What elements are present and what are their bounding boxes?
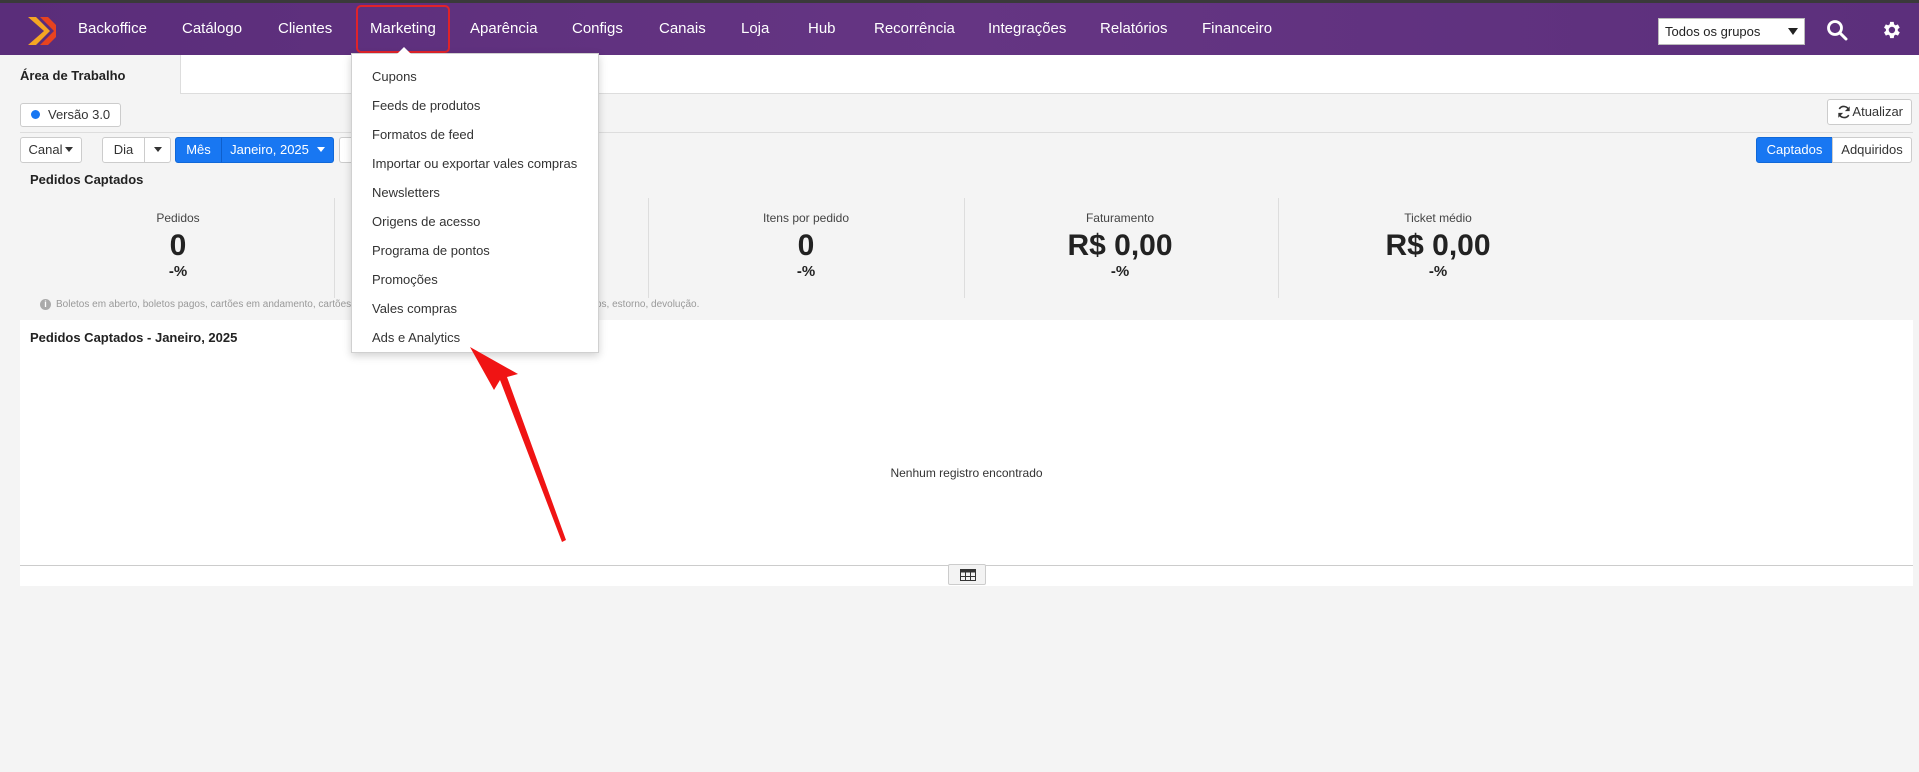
metric-divider <box>1278 198 1279 298</box>
info-note-right: os, estorno, devolução. <box>596 299 699 310</box>
info-note-text-right: os, estorno, devolução. <box>596 299 700 310</box>
nav-loja[interactable]: Loja <box>741 3 769 55</box>
logo-icon[interactable] <box>26 15 56 47</box>
panel-title: Pedidos Captados - Janeiro, 2025 <box>30 330 238 345</box>
menu-item-programa-de-pontos[interactable]: Programa de pontos <box>352 236 598 265</box>
metric-value: R$ 0,00 <box>1385 229 1491 262</box>
nav-catalogo[interactable]: Catálogo <box>182 3 242 55</box>
tab-bar: Área de Trabalho <box>0 55 1919 94</box>
nav-marketing[interactable]: Marketing <box>356 5 450 53</box>
period-dropdown[interactable]: Janeiro, 2025 <box>221 137 334 163</box>
metric-value: R$ 0,00 <box>1067 229 1173 262</box>
nav-configs[interactable]: Configs <box>572 3 623 55</box>
tab-area-de-trabalho[interactable]: Área de Trabalho <box>0 55 181 94</box>
menu-item-feeds-de-produtos[interactable]: Feeds de produtos <box>352 91 598 120</box>
nav-clientes[interactable]: Clientes <box>278 3 332 55</box>
metric-pct: -% <box>796 263 816 280</box>
version-label: Versão 3.0 <box>48 107 111 122</box>
chevron-down-icon <box>153 147 162 152</box>
refresh-button[interactable]: Atualizar <box>1827 99 1912 125</box>
metric-ticket-medio: Ticket médio R$ 0,00 -% <box>1288 198 1588 298</box>
metric-divider <box>334 198 335 298</box>
adquiridos-toggle[interactable]: Adquiridos <box>1832 137 1912 163</box>
version-badge[interactable]: Versão 3.0 <box>20 103 122 127</box>
chevron-down-icon <box>65 147 74 152</box>
captados-toggle[interactable]: Captados <box>1756 137 1833 163</box>
menu-item-origens-de-acesso[interactable]: Origens de acesso <box>352 207 598 236</box>
refresh-icon <box>1838 105 1850 119</box>
menu-item-newsletters[interactable]: Newsletters <box>352 178 598 207</box>
menu-item-cupons[interactable]: Cupons <box>352 62 598 91</box>
info-icon: i <box>40 299 51 310</box>
nav-aparencia[interactable]: Aparência <box>470 3 538 55</box>
nav-integracoes[interactable]: Integrações <box>988 3 1066 55</box>
chart-panel: Pedidos Captados - Janeiro, 2025 Nenhum … <box>20 320 1913 566</box>
chevron-down-icon <box>316 147 325 152</box>
empty-message: Nenhum registro encontrado <box>890 466 1043 480</box>
metric-pedidos: Pedidos 0 -% <box>28 198 328 298</box>
nav-financeiro[interactable]: Financeiro <box>1202 3 1272 55</box>
dropdown-arrow <box>397 47 411 54</box>
marketing-dropdown-menu: Cupons Feeds de produtos Formatos de fee… <box>351 47 599 353</box>
gear-icon[interactable] <box>1880 19 1902 41</box>
section-title: Pedidos Captados <box>30 172 144 187</box>
info-note: i Boletos em aberto, boletos pagos, cartõ… <box>40 299 376 310</box>
red-arrow-annotation <box>470 347 566 542</box>
group-select-value: Todos os grupos <box>1665 24 1761 39</box>
metric-faturamento: Faturamento R$ 0,00 -% <box>970 198 1270 298</box>
table-view-button[interactable] <box>948 564 986 585</box>
metric-value: 0 <box>169 229 187 262</box>
metric-label: Ticket médio <box>1404 211 1472 225</box>
info-note-text-left: Boletos em aberto, boletos pagos, cartõe… <box>56 299 377 310</box>
metric-pct: -% <box>1110 263 1130 280</box>
refresh-label: Atualizar <box>1852 104 1903 119</box>
nav-backoffice[interactable]: Backoffice <box>78 3 147 55</box>
metric-label: Faturamento <box>1085 211 1155 225</box>
mes-button[interactable]: Mês <box>175 137 222 163</box>
metric-pct: -% <box>168 263 188 280</box>
menu-item-formatos-de-feed[interactable]: Formatos de feed <box>352 120 598 149</box>
nav-recorrencia[interactable]: Recorrência <box>874 3 955 55</box>
metric-value: 0 <box>797 229 815 262</box>
metric-pct: -% <box>1428 263 1448 280</box>
chevron-down-icon <box>1788 28 1798 35</box>
dia-button[interactable]: Dia <box>102 137 145 163</box>
top-navbar: Backoffice Catálogo Clientes Marketing A… <box>0 0 1919 55</box>
metric-itens-por-pedido: Itens por pedido 0 -% <box>656 198 956 298</box>
search-icon[interactable] <box>1826 19 1848 41</box>
divider <box>20 132 1913 133</box>
group-select[interactable]: Todos os grupos <box>1658 18 1805 45</box>
nav-canais[interactable]: Canais <box>659 3 706 55</box>
metric-label: Pedidos <box>156 211 200 225</box>
nav-hub[interactable]: Hub <box>808 3 836 55</box>
metric-label: Itens por pedido <box>762 211 850 225</box>
table-icon <box>960 569 976 581</box>
period-label: Janeiro, 2025 <box>230 142 309 157</box>
metric-divider <box>648 198 649 298</box>
status-dot-icon <box>31 110 40 119</box>
menu-item-importar-exportar-vales[interactable]: Importar ou exportar vales compras <box>352 149 598 178</box>
menu-item-vales-compras[interactable]: Vales compras <box>352 294 598 323</box>
dia-dropdown-toggle[interactable] <box>144 137 171 163</box>
nav-relatorios[interactable]: Relatórios <box>1100 3 1168 55</box>
menu-item-promocoes[interactable]: Promoções <box>352 265 598 294</box>
canal-label: Canal <box>28 142 63 157</box>
metric-divider <box>964 198 965 298</box>
canal-dropdown[interactable]: Canal <box>20 137 82 163</box>
